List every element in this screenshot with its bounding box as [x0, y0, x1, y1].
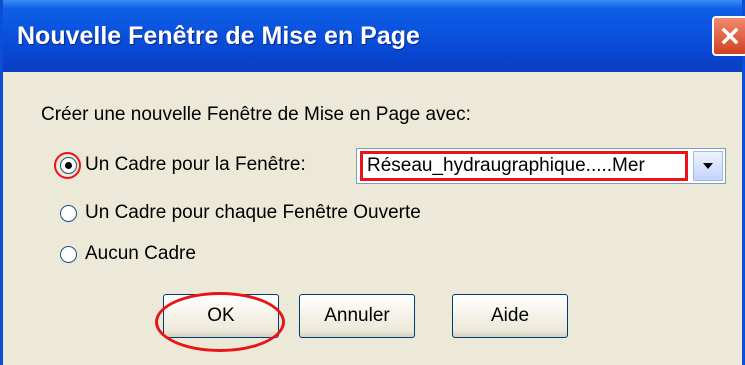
prompt-label: Créer une nouvelle Fenêtre de Mise en Pa…: [41, 104, 471, 125]
dropdown-button[interactable]: [693, 151, 723, 181]
window-select[interactable]: Réseau_hydraugraphique.....Mer: [356, 148, 726, 184]
close-button[interactable]: [712, 16, 745, 56]
option-one-frame-for-window[interactable]: Un Cadre pour la Fenêtre:: [54, 151, 306, 179]
radio-frame-for-each-window[interactable]: [60, 204, 77, 222]
option-label: Aucun Cadre: [85, 243, 196, 264]
dialog-body: Créer une nouvelle Fenêtre de Mise en Pa…: [3, 72, 742, 365]
dialog-window: Nouvelle Fenêtre de Mise en Page Créer u…: [0, 0, 745, 365]
cancel-button[interactable]: Annuler: [299, 294, 415, 338]
option-frame-for-each-window[interactable]: Un Cadre pour chaque Fenêtre Ouverte: [60, 202, 421, 224]
help-button[interactable]: Aide: [452, 294, 568, 338]
chevron-down-icon: [703, 163, 713, 169]
option-no-frame[interactable]: Aucun Cadre: [60, 243, 196, 265]
window-title: Nouvelle Fenêtre de Mise en Page: [17, 22, 420, 50]
close-icon: [721, 27, 739, 45]
ok-button[interactable]: OK: [163, 294, 279, 338]
window-select-value: Réseau_hydraugraphique.....Mer: [360, 151, 688, 181]
radio-no-frame[interactable]: [60, 245, 77, 263]
option-label: Un Cadre pour chaque Fenêtre Ouverte: [85, 202, 421, 223]
title-bar[interactable]: Nouvelle Fenêtre de Mise en Page: [3, 0, 745, 72]
highlight-circle: [54, 151, 81, 179]
option-label: Un Cadre pour la Fenêtre:: [85, 154, 306, 175]
radio-one-frame-for-window[interactable]: [54, 151, 81, 179]
